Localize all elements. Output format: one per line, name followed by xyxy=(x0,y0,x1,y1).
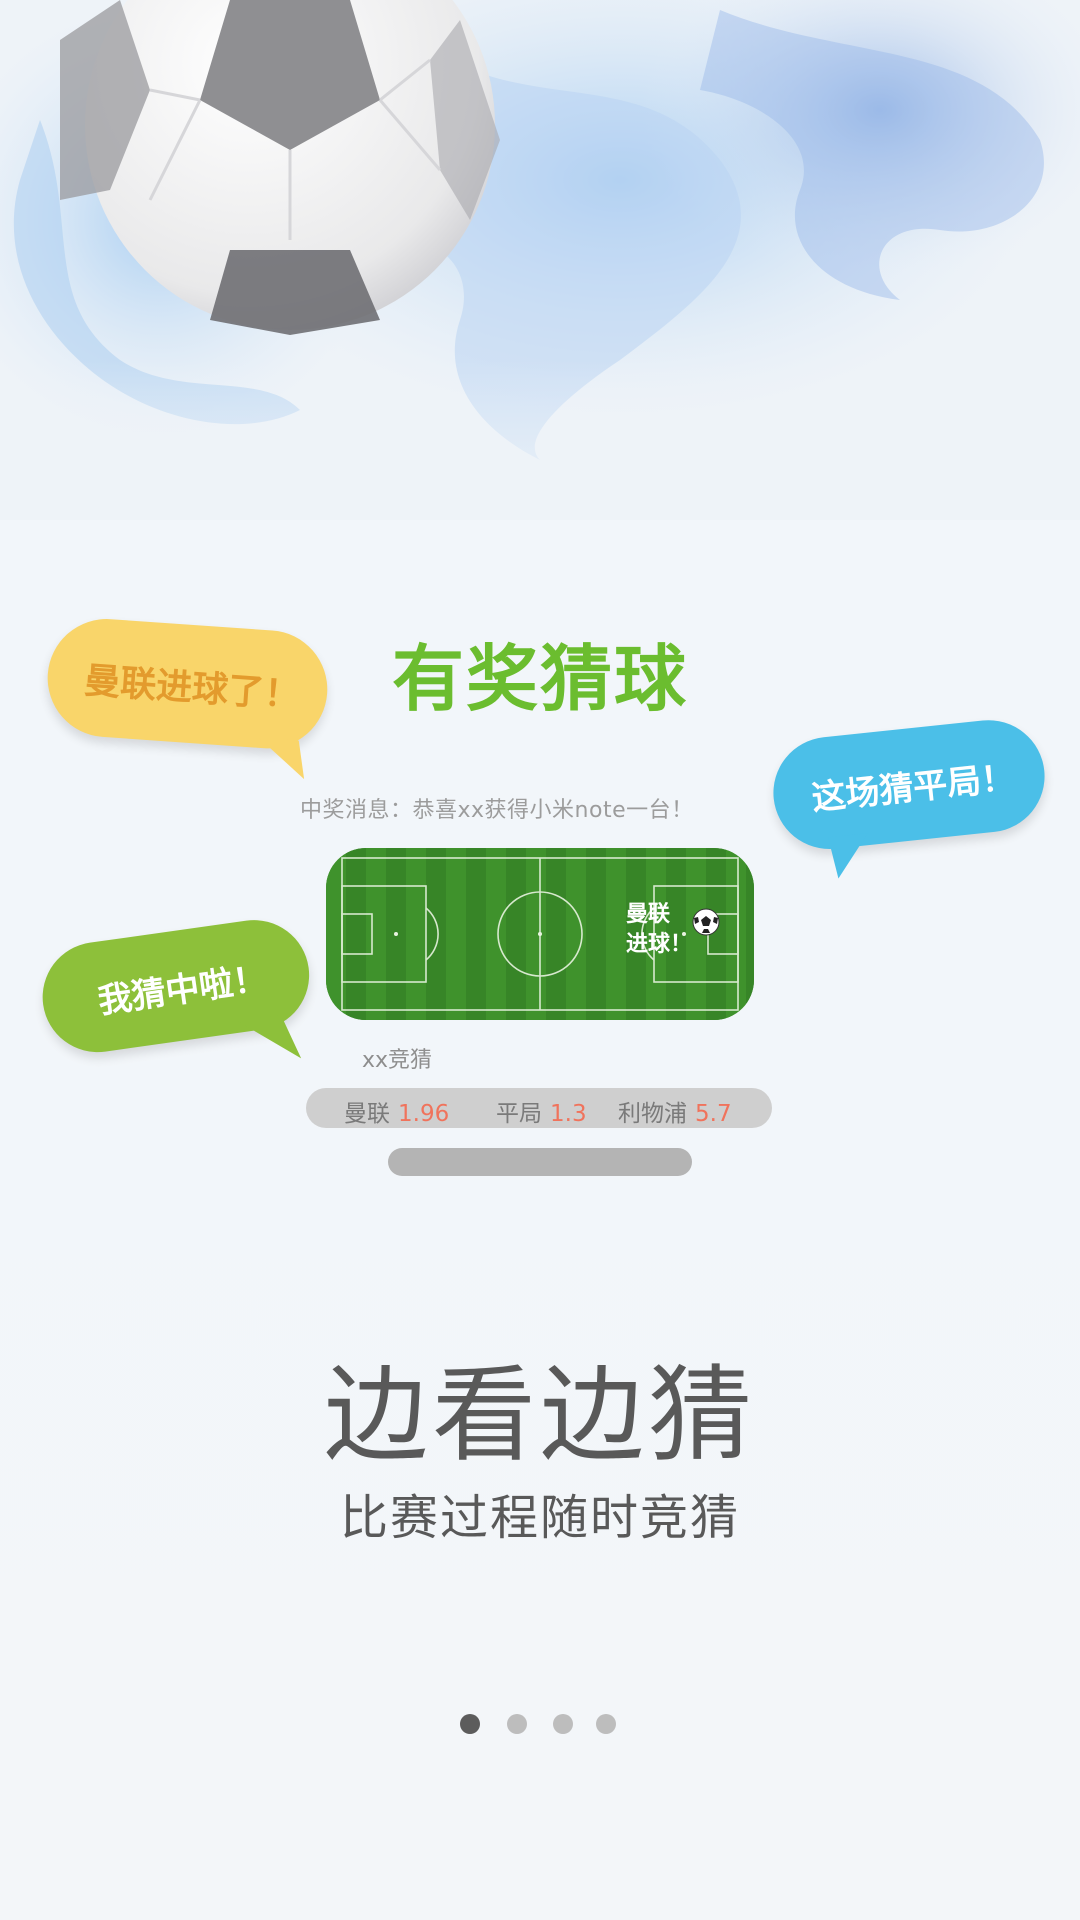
match-name-label: xx竞猜 xyxy=(362,1048,433,1073)
odds-away[interactable]: 利物浦 5.7 xyxy=(618,1094,732,1128)
pager-indicator xyxy=(0,1714,1080,1738)
odds-value: 5.7 xyxy=(695,1101,732,1127)
pager-dot-1[interactable] xyxy=(460,1714,480,1734)
feature-headline: 边看边猜 xyxy=(323,1354,756,1476)
pager-dot-4[interactable] xyxy=(596,1714,616,1734)
odds-value: 1.3 xyxy=(550,1101,587,1127)
pager-dot-2[interactable] xyxy=(507,1714,527,1734)
odds-bar[interactable]: 曼联 1.96 平局 1.3 利物浦 5.7 xyxy=(306,1088,772,1128)
speech-bubble-blue: 这场猜平局！ xyxy=(767,714,1064,912)
odds-team-label: 平局 xyxy=(496,1101,542,1127)
odds-draw[interactable]: 平局 1.3 xyxy=(496,1094,587,1128)
speech-bubble-yellow: 曼联进球了！ xyxy=(41,615,341,795)
bubble-tail xyxy=(828,833,868,879)
odds-home[interactable]: 曼联 1.96 xyxy=(344,1094,449,1128)
feature-subheadline: 比赛过程随时竞猜 xyxy=(339,1490,740,1546)
prize-news-text: 中奖消息：恭喜xx获得小米note一台！ xyxy=(300,798,694,823)
hero-soccer-ball-image xyxy=(0,0,1080,520)
soccer-pitch-image: 曼联 进球！ xyxy=(326,848,754,1020)
odds-team-label: 曼联 xyxy=(344,1101,390,1127)
odds-team-label: 利物浦 xyxy=(618,1101,687,1127)
promo-title: 有奖猜球 xyxy=(391,637,688,721)
bubble-tail xyxy=(258,737,305,780)
speech-bubble-green: 我猜中啦！ xyxy=(35,911,337,1118)
odds-value: 1.96 xyxy=(398,1101,450,1127)
soccer-ball-icon xyxy=(692,908,720,936)
bubble-tail xyxy=(237,1014,302,1059)
pager-dot-3[interactable] xyxy=(553,1714,573,1734)
placeholder-bar xyxy=(388,1148,692,1176)
onboarding-page: 有奖猜球 曼联进球了！ 这场猜平局！ 我猜中啦！ 中奖消息：恭喜xx获得小米no… xyxy=(0,0,1080,1920)
